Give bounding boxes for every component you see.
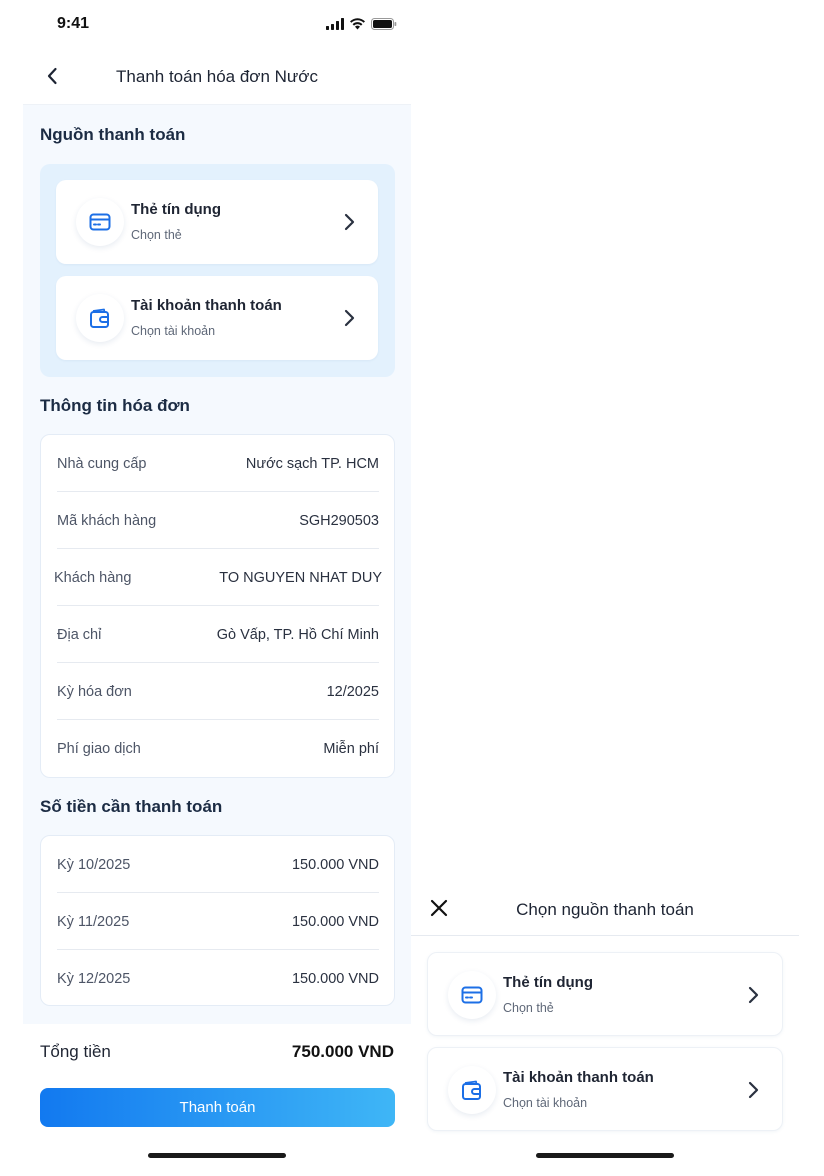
row-label: Khách hàng (54, 570, 132, 586)
credit-card-icon (76, 198, 124, 246)
source-option-subtitle: Chọn tài khoản (131, 324, 216, 338)
bill-info-row: Kỳ hóa đơn 12/2025 (57, 663, 379, 720)
row-value: 150.000 VND (291, 971, 379, 987)
chevron-right-icon (748, 986, 759, 1004)
battery-icon (371, 18, 397, 30)
payment-source-title: Nguồn thanh toán (40, 125, 186, 144)
row-label: Địa chỉ (57, 627, 102, 643)
payment-source-container: Thẻ tín dụng Chọn thẻ Tài khoản thanh to… (40, 164, 395, 377)
home-indicator (148, 1153, 286, 1158)
wifi-icon (350, 18, 365, 30)
chevron-right-icon (344, 213, 355, 231)
sheet-option-title: Thẻ tín dụng (503, 974, 593, 991)
wallet-icon (448, 1066, 496, 1114)
payment-source-sheet: Chọn nguồn thanh toán Thẻ tín dụng Chọn … (411, 880, 799, 1176)
sheet-option-account[interactable]: Tài khoản thanh toán Chọn tài khoản (427, 1047, 783, 1131)
row-label: Mã khách hàng (57, 513, 157, 529)
signal-icon (326, 18, 344, 30)
row-value: 150.000 VND (291, 914, 379, 930)
pay-button[interactable]: Thanh toán (40, 1088, 395, 1127)
row-value: TO NGUYEN NHAT DUY (219, 570, 382, 586)
content-area: Nguồn thanh toán Thẻ tín dụng Chọn thẻ T… (23, 104, 411, 1024)
nav-header: Thanh toán hóa đơn Nước (23, 48, 411, 104)
total-bar: Tổng tiền 750.000 VND Thanh toán (23, 1024, 411, 1176)
bill-info-row: Khách hàng TO NGUYEN NHAT DUY (54, 549, 382, 606)
chevron-right-icon (748, 1081, 759, 1099)
sheet-option-subtitle: Chọn thẻ (503, 1001, 554, 1015)
amount-row: Kỳ 11/2025 150.000 VND (57, 893, 379, 950)
bill-info-row: Phí giao dịch Miễn phí (57, 720, 379, 777)
row-value: Gò Vấp, TP. Hồ Chí Minh (216, 627, 379, 643)
row-label: Kỳ 12/2025 (57, 971, 131, 987)
source-option-subtitle: Chọn thẻ (131, 228, 182, 242)
total-label: Tổng tiền (40, 1042, 111, 1061)
sheet-title: Chọn nguồn thanh toán (516, 900, 694, 919)
sheet-option-title: Tài khoản thanh toán (503, 1069, 654, 1086)
bill-info-row: Địa chỉ Gò Vấp, TP. Hồ Chí Minh (57, 606, 379, 663)
row-label: Nhà cung cấp (57, 456, 147, 472)
page-title: Thanh toán hóa đơn Nước (116, 67, 318, 86)
row-label: Kỳ 10/2025 (57, 857, 131, 873)
amount-row: Kỳ 12/2025 150.000 VND (57, 950, 379, 1007)
source-option-account[interactable]: Tài khoản thanh toán Chọn tài khoản (56, 276, 378, 360)
sheet-header: Chọn nguồn thanh toán (411, 880, 799, 936)
row-value: Miễn phí (323, 741, 379, 757)
status-icons (326, 16, 398, 32)
credit-card-icon (448, 971, 496, 1019)
row-value: SGH290503 (299, 513, 379, 529)
total-value: 750.000 VND (291, 1042, 394, 1061)
source-option-credit-card[interactable]: Thẻ tín dụng Chọn thẻ (56, 180, 378, 264)
sheet-option-subtitle: Chọn tài khoản (503, 1096, 588, 1110)
status-bar: 9:41 (23, 0, 411, 48)
amount-card: Kỳ 10/2025 150.000 VND Kỳ 11/2025 150.00… (40, 835, 395, 1006)
row-value: 150.000 VND (291, 857, 379, 873)
amount-row: Kỳ 10/2025 150.000 VND (57, 836, 379, 893)
row-label: Kỳ hóa đơn (57, 684, 132, 700)
row-label: Phí giao dịch (57, 741, 141, 757)
bill-info-card: Nhà cung cấp Nước sạch TP. HCM Mã khách … (40, 434, 395, 778)
source-option-title: Tài khoản thanh toán (131, 297, 282, 314)
amount-title: Số tiền cần thanh toán (40, 797, 223, 816)
bill-info-row: Mã khách hàng SGH290503 (57, 492, 379, 549)
row-label: Kỳ 11/2025 (57, 914, 130, 930)
wallet-icon (76, 294, 124, 342)
sheet-option-credit-card[interactable]: Thẻ tín dụng Chọn thẻ (427, 952, 783, 1036)
row-value: 12/2025 (326, 684, 379, 700)
home-indicator (536, 1153, 674, 1158)
chevron-right-icon (344, 309, 355, 327)
bill-info-row: Nhà cung cấp Nước sạch TP. HCM (57, 435, 379, 492)
status-time: 9:41 (57, 15, 90, 32)
payment-screen: 9:41 Thanh toán hóa đơn Nước Nguồn thanh… (23, 0, 411, 1176)
source-option-title: Thẻ tín dụng (131, 201, 221, 218)
bill-info-title: Thông tin hóa đơn (40, 396, 190, 415)
row-value: Nước sạch TP. HCM (245, 456, 379, 472)
